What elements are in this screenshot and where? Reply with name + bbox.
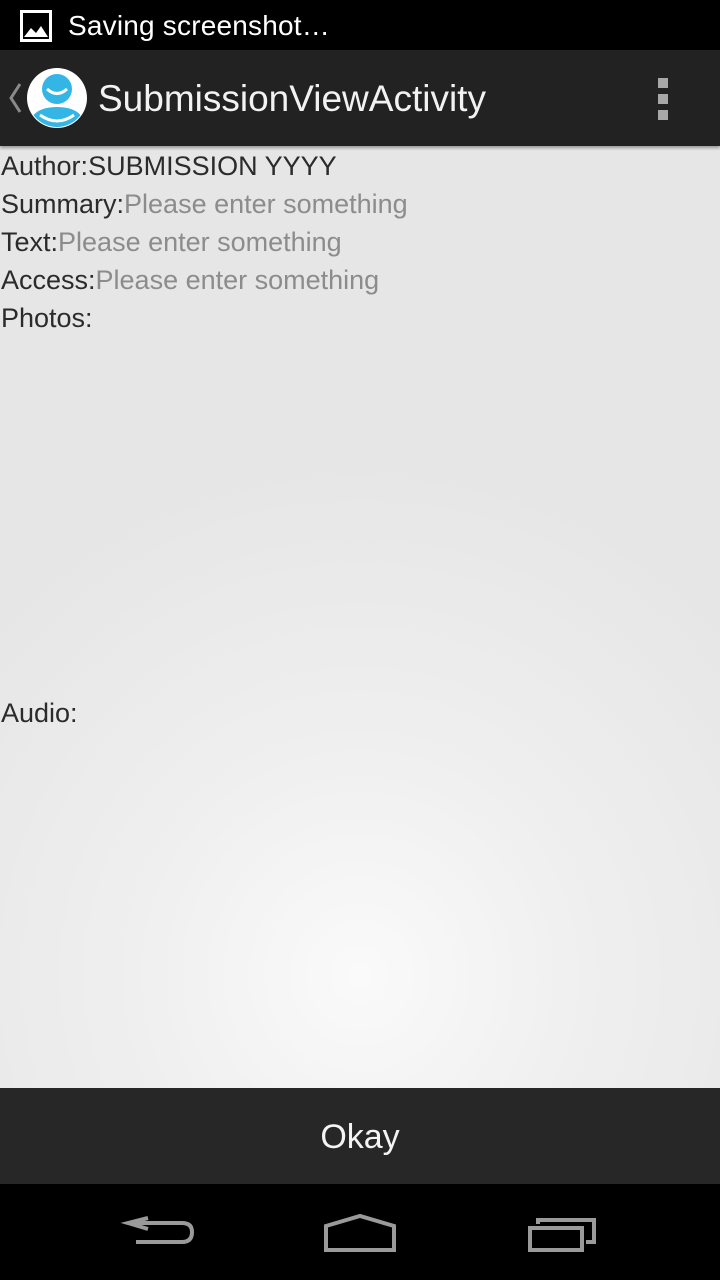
home-button[interactable]	[290, 1184, 430, 1280]
access-label: Access:	[1, 265, 96, 295]
user-avatar-icon[interactable]	[26, 67, 88, 129]
status-bar: Saving screenshot…	[0, 0, 720, 50]
author-value: SUBMISSION YYYY	[88, 151, 337, 181]
submission-content: Author:SUBMISSION YYYY Summary:Please en…	[0, 146, 720, 1088]
text-field[interactable]: Please enter something	[58, 227, 342, 257]
access-field[interactable]: Please enter something	[96, 265, 380, 295]
back-icon	[120, 1216, 195, 1244]
status-notification-text: Saving screenshot…	[68, 10, 330, 41]
audio-label: Audio:	[1, 698, 78, 728]
navigation-bar	[0, 1184, 720, 1280]
home-icon	[324, 1213, 396, 1252]
overflow-menu-button[interactable]	[640, 70, 688, 126]
audio-row: Audio:	[1, 694, 78, 732]
text-label: Text:	[1, 227, 59, 257]
page-title: SubmissionViewActivity	[98, 78, 486, 119]
summary-field[interactable]: Please enter something	[124, 189, 408, 219]
photos-row: Photos:	[1, 299, 93, 337]
text-row[interactable]: Text:Please enter something	[1, 223, 342, 261]
access-row[interactable]: Access:Please enter something	[1, 261, 379, 299]
author-label: Author:	[1, 151, 89, 181]
back-button[interactable]	[90, 1184, 230, 1280]
okay-button[interactable]: Okay	[0, 1088, 720, 1184]
summary-row[interactable]: Summary:Please enter something	[1, 185, 408, 223]
summary-label: Summary:	[1, 189, 125, 219]
chevron-left-icon[interactable]	[6, 80, 24, 116]
recents-icon	[528, 1218, 596, 1252]
recents-button[interactable]	[492, 1184, 632, 1280]
photos-label: Photos:	[1, 303, 93, 333]
image-icon	[20, 10, 52, 42]
action-bar: SubmissionViewActivity	[0, 50, 720, 146]
author-row: Author:SUBMISSION YYYY	[1, 147, 337, 185]
